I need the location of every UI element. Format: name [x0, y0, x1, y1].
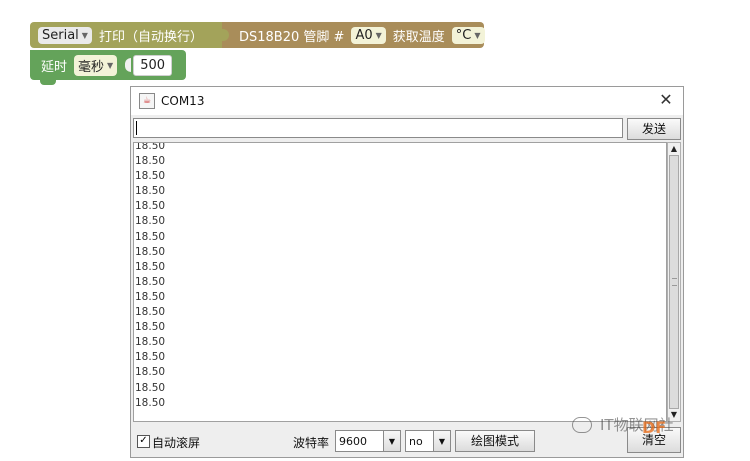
output-line: 18.50	[135, 306, 166, 319]
baud-rate-value: 9600	[339, 434, 367, 448]
output-line: 18.50	[135, 275, 166, 288]
plot-mode-button[interactable]: 绘图模式	[455, 430, 535, 452]
close-button[interactable]: ✕	[657, 91, 675, 109]
vertical-scrollbar[interactable]: ▲ ▼	[667, 142, 681, 422]
output-line: 18.50	[135, 185, 166, 198]
title-bar[interactable]: ☕ COM13 ✕	[131, 87, 683, 115]
autoscroll-checkbox[interactable]: ✓	[137, 435, 150, 448]
line-ending-select[interactable]: no ▼	[405, 430, 451, 452]
sensor-label: DS18B20 管脚 #	[239, 29, 345, 45]
output-lines: 18.50 18.50 18.50 18.50 18.50 18.50 18.50 18.50…	[135, 142, 166, 411]
df-logo: DF	[642, 418, 667, 437]
chevron-down-icon: ▼	[107, 60, 114, 70]
grip-icon	[672, 278, 677, 286]
delay-value-field[interactable]: 500	[133, 54, 173, 76]
unit-dropdown[interactable]: °C ▼	[451, 26, 485, 44]
print-label: 打印（自动换行）	[98, 29, 203, 45]
output-line: 18.50	[135, 351, 166, 364]
output-line: 18.50	[135, 170, 166, 183]
serial-port-dropdown[interactable]: Serial ▼	[38, 26, 92, 44]
wechat-icon	[572, 416, 592, 433]
output-line: 18.50	[135, 336, 166, 349]
window-title: COM13	[161, 94, 205, 108]
value-input-notch	[125, 58, 132, 72]
serial-monitor-window: ☕ COM13 ✕ 发送 18.50 18.50 18.50 18.50 18.50 18…	[130, 86, 684, 458]
scroll-up-icon[interactable]: ▲	[668, 143, 680, 155]
ds18b20-read-block[interactable]: DS18B20 管脚 # A0 ▼ 获取温度 °C ▼	[221, 22, 485, 48]
chevron-down-icon: ▼	[81, 30, 88, 40]
output-line: 18.50	[135, 215, 166, 228]
output-line: 18.50	[135, 366, 166, 379]
delay-label: 延时	[41, 59, 68, 75]
line-ending-value: no	[409, 434, 423, 448]
delay-block[interactable]: 延时 毫秒 ▼ 500	[30, 50, 186, 85]
output-line: 18.50	[135, 230, 166, 243]
autoscroll-label: 自动滚屏	[152, 436, 201, 450]
triangle-down-icon[interactable]: ▼	[383, 431, 400, 451]
serial-output-area[interactable]: 18.50 18.50 18.50 18.50 18.50 18.50 18.50 18.50…	[133, 142, 667, 422]
chevron-down-icon: ▼	[375, 30, 382, 40]
baud-rate-select[interactable]: 9600 ▼	[335, 430, 401, 452]
output-line: 18.50	[135, 396, 166, 409]
output-line: 18.50	[135, 142, 166, 152]
triangle-down-icon[interactable]: ▼	[433, 431, 450, 451]
output-line: 18.50	[135, 381, 166, 394]
output-line: 18.50	[135, 155, 166, 168]
output-line: 18.50	[135, 290, 166, 303]
chevron-down-icon: ▼	[474, 30, 481, 40]
baud-rate-label: 波特率	[293, 436, 330, 450]
send-input[interactable]	[133, 118, 623, 138]
output-line: 18.50	[135, 245, 166, 258]
output-line: 18.50	[135, 260, 166, 273]
read-temperature-label: 获取温度	[392, 29, 445, 45]
serial-print-block[interactable]: Serial ▼ 打印（自动换行）	[30, 22, 226, 48]
java-cup-icon: ☕	[139, 93, 155, 109]
text-caret	[136, 121, 137, 135]
scroll-thumb[interactable]	[669, 155, 679, 409]
pin-dropdown[interactable]: A0 ▼	[351, 26, 386, 44]
send-button[interactable]: 发送	[627, 118, 681, 140]
delay-unit-dropdown[interactable]: 毫秒 ▼	[74, 54, 118, 76]
output-line: 18.50	[135, 200, 166, 213]
output-line: 18.50	[135, 321, 166, 334]
